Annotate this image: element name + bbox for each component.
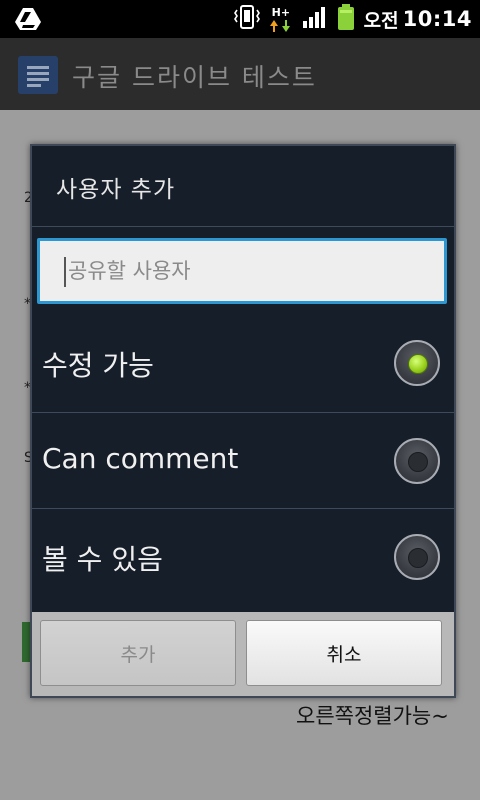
option-label: 볼 수 있음 <box>42 543 163 576</box>
status-ampm: 오전 <box>363 9 399 32</box>
divider <box>32 412 454 413</box>
radio-can-comment[interactable] <box>394 438 440 484</box>
action-bar: 구글 드라이브 테스트 <box>0 38 480 110</box>
option-can-comment[interactable]: Can comment <box>32 414 454 510</box>
network-hplus-icon: H+ <box>269 4 294 34</box>
option-can-view[interactable]: 볼 수 있음 <box>32 510 454 606</box>
share-user-input[interactable] <box>40 241 444 301</box>
dialog-title: 사용자 추가 <box>56 177 176 203</box>
dialog-button-bar: 추가 취소 <box>32 612 454 696</box>
option-can-edit[interactable]: 수정 가능 <box>32 316 454 412</box>
network-type-label: H+ <box>271 6 291 19</box>
option-label: 수정 가능 <box>42 349 154 382</box>
app-title: 구글 드라이브 테스트 <box>72 63 317 92</box>
battery-icon <box>336 3 356 35</box>
drive-notification-icon <box>14 7 42 35</box>
radio-can-edit[interactable] <box>394 340 440 386</box>
document-app-icon[interactable] <box>18 56 58 94</box>
radio-can-view[interactable] <box>394 534 440 580</box>
cancel-button[interactable]: 취소 <box>246 620 442 686</box>
status-clock: 10:14 <box>402 7 472 31</box>
share-user-field[interactable] <box>37 238 447 304</box>
status-bar: H+ 오전 10:14 <box>0 0 480 38</box>
bg-image-fragment <box>22 622 30 662</box>
background-right-aligned-text: 오른쪽정렬가능~ <box>296 704 449 728</box>
option-label: Can comment <box>42 442 239 475</box>
vibrate-icon <box>232 4 262 34</box>
divider <box>32 226 454 227</box>
add-user-dialog: 사용자 추가 수정 가능 Can comment 볼 수 있음 추가 취소 <box>30 144 456 698</box>
add-button[interactable]: 추가 <box>40 620 236 686</box>
divider <box>32 508 454 509</box>
signal-strength-icon <box>302 5 328 33</box>
